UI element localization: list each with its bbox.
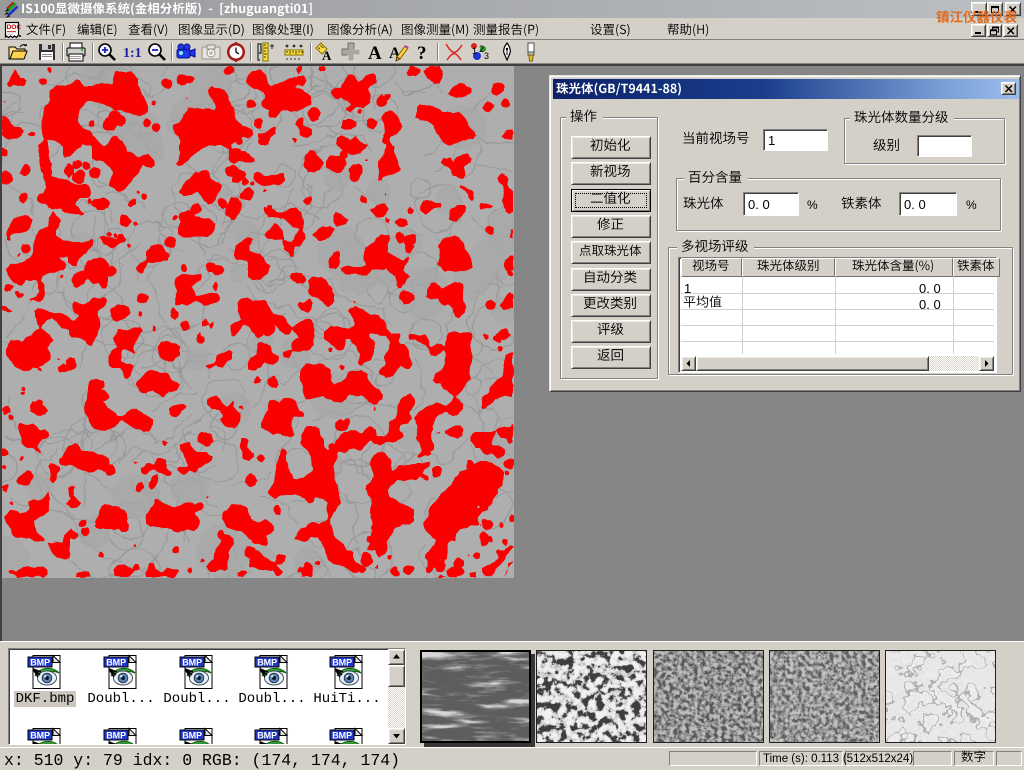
svg-text:BMP: BMP (332, 731, 352, 741)
svg-text:BMP: BMP (257, 731, 277, 741)
svg-text:A: A (322, 48, 332, 63)
svg-text:BMP: BMP (257, 658, 277, 668)
svg-text:DOC: DOC (7, 24, 22, 31)
svg-text:BMP: BMP (332, 658, 352, 668)
svg-text:3: 3 (484, 51, 489, 61)
svg-text:BMP: BMP (30, 658, 50, 668)
svg-text:BMP: BMP (30, 731, 50, 741)
svg-text:BMP: BMP (182, 658, 202, 668)
svg-text:1:1: 1:1 (123, 46, 142, 61)
svg-text:BMP: BMP (106, 658, 126, 668)
svg-text:BMP: BMP (106, 731, 126, 741)
svg-text:1: 1 (472, 46, 477, 56)
svg-text:?: ? (417, 43, 427, 63)
svg-text:A: A (368, 43, 382, 63)
svg-text:BMP: BMP (182, 731, 202, 741)
